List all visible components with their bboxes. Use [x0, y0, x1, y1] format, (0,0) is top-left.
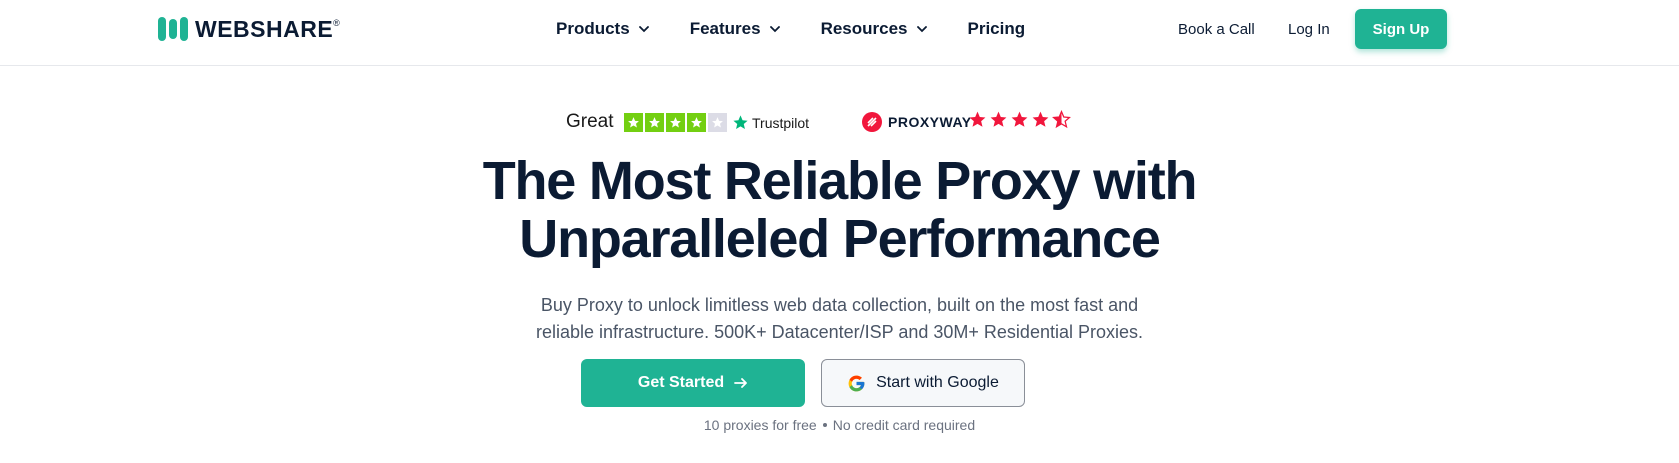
proxyway-icon [862, 112, 882, 132]
trustpilot-logo[interactable]: Trustpilot [732, 114, 809, 131]
trustpilot-stars [624, 113, 727, 132]
trustpilot-brand-text: Trustpilot [752, 114, 810, 131]
nav-pricing-label: Pricing [967, 19, 1026, 38]
book-call-link[interactable]: Book a Call [1178, 0, 1255, 58]
nav-features[interactable]: Features [690, 19, 781, 39]
start-with-google-button[interactable]: Start with Google [821, 359, 1025, 407]
star-icon [1011, 111, 1028, 127]
star-icon [624, 113, 643, 132]
star-icon [666, 113, 685, 132]
proxyway-logo[interactable]: PROXYWAY [862, 112, 972, 132]
nav-features-label: Features [689, 19, 761, 38]
hero-subtitle-line-2: reliable infrastructure. 500K+ Datacente… [536, 322, 1143, 342]
nav-resources[interactable]: Resources [821, 19, 928, 39]
hero-title-line-1: The Most Reliable Proxy with [482, 151, 1198, 211]
nav-products-label: Products [556, 19, 630, 38]
trustpilot-star-icon [733, 115, 748, 130]
signup-button[interactable]: Sign Up [1355, 9, 1447, 49]
no-credit-card-note: No credit card required [832, 417, 976, 433]
get-started-label: Get Started [637, 374, 725, 391]
hero-subtitle-line-1: Buy Proxy to unlock limitless web data c… [540, 295, 1139, 315]
star-icon [687, 113, 706, 132]
get-started-button[interactable]: Get Started [581, 359, 805, 407]
chevron-down-icon [638, 23, 650, 35]
star-icon [969, 111, 986, 127]
star-icon [990, 111, 1007, 127]
star-icon [1032, 111, 1049, 127]
registered-mark: ® [333, 17, 341, 28]
webshare-logo[interactable]: WEBSHARE® [158, 15, 340, 43]
cta-footnote: 10 proxies for free No credit card requi… [0, 417, 1679, 433]
site-header: WEBSHARE® Products Features Resources Pr… [0, 0, 1679, 66]
main-nav: Products Features Resources Pricing [556, 0, 1025, 58]
chevron-down-icon [916, 23, 928, 35]
nav-products[interactable]: Products [556, 19, 650, 39]
star-icon [645, 113, 664, 132]
chevron-down-icon [769, 23, 781, 35]
arrow-right-icon [734, 378, 748, 388]
star-half-icon [1052, 110, 1071, 129]
trustpilot-rating-label: Great [566, 111, 614, 132]
star-empty-icon [708, 113, 727, 132]
ratings-row: Great Trustpilot PROXYWAY [0, 108, 1679, 138]
hero-title: The Most Reliable Proxy with Unparallele… [0, 152, 1679, 268]
logo-text: WEBSHARE [195, 15, 334, 42]
google-icon [848, 375, 865, 391]
proxyway-brand-text: PROXYWAY [888, 114, 972, 130]
separator-dot [822, 423, 827, 427]
login-link[interactable]: Log In [1288, 0, 1330, 58]
start-with-google-label: Start with Google [876, 374, 999, 391]
nav-resources-label: Resources [820, 19, 908, 38]
hero-subtitle: Buy Proxy to unlock limitless web data c… [0, 292, 1679, 346]
nav-pricing[interactable]: Pricing [968, 19, 1026, 39]
hero-title-line-2: Unparalleled Performance [519, 209, 1161, 269]
webshare-logo-icon [158, 17, 188, 41]
proxyway-stars [968, 110, 1071, 129]
free-proxies-note: 10 proxies for free [703, 417, 817, 433]
